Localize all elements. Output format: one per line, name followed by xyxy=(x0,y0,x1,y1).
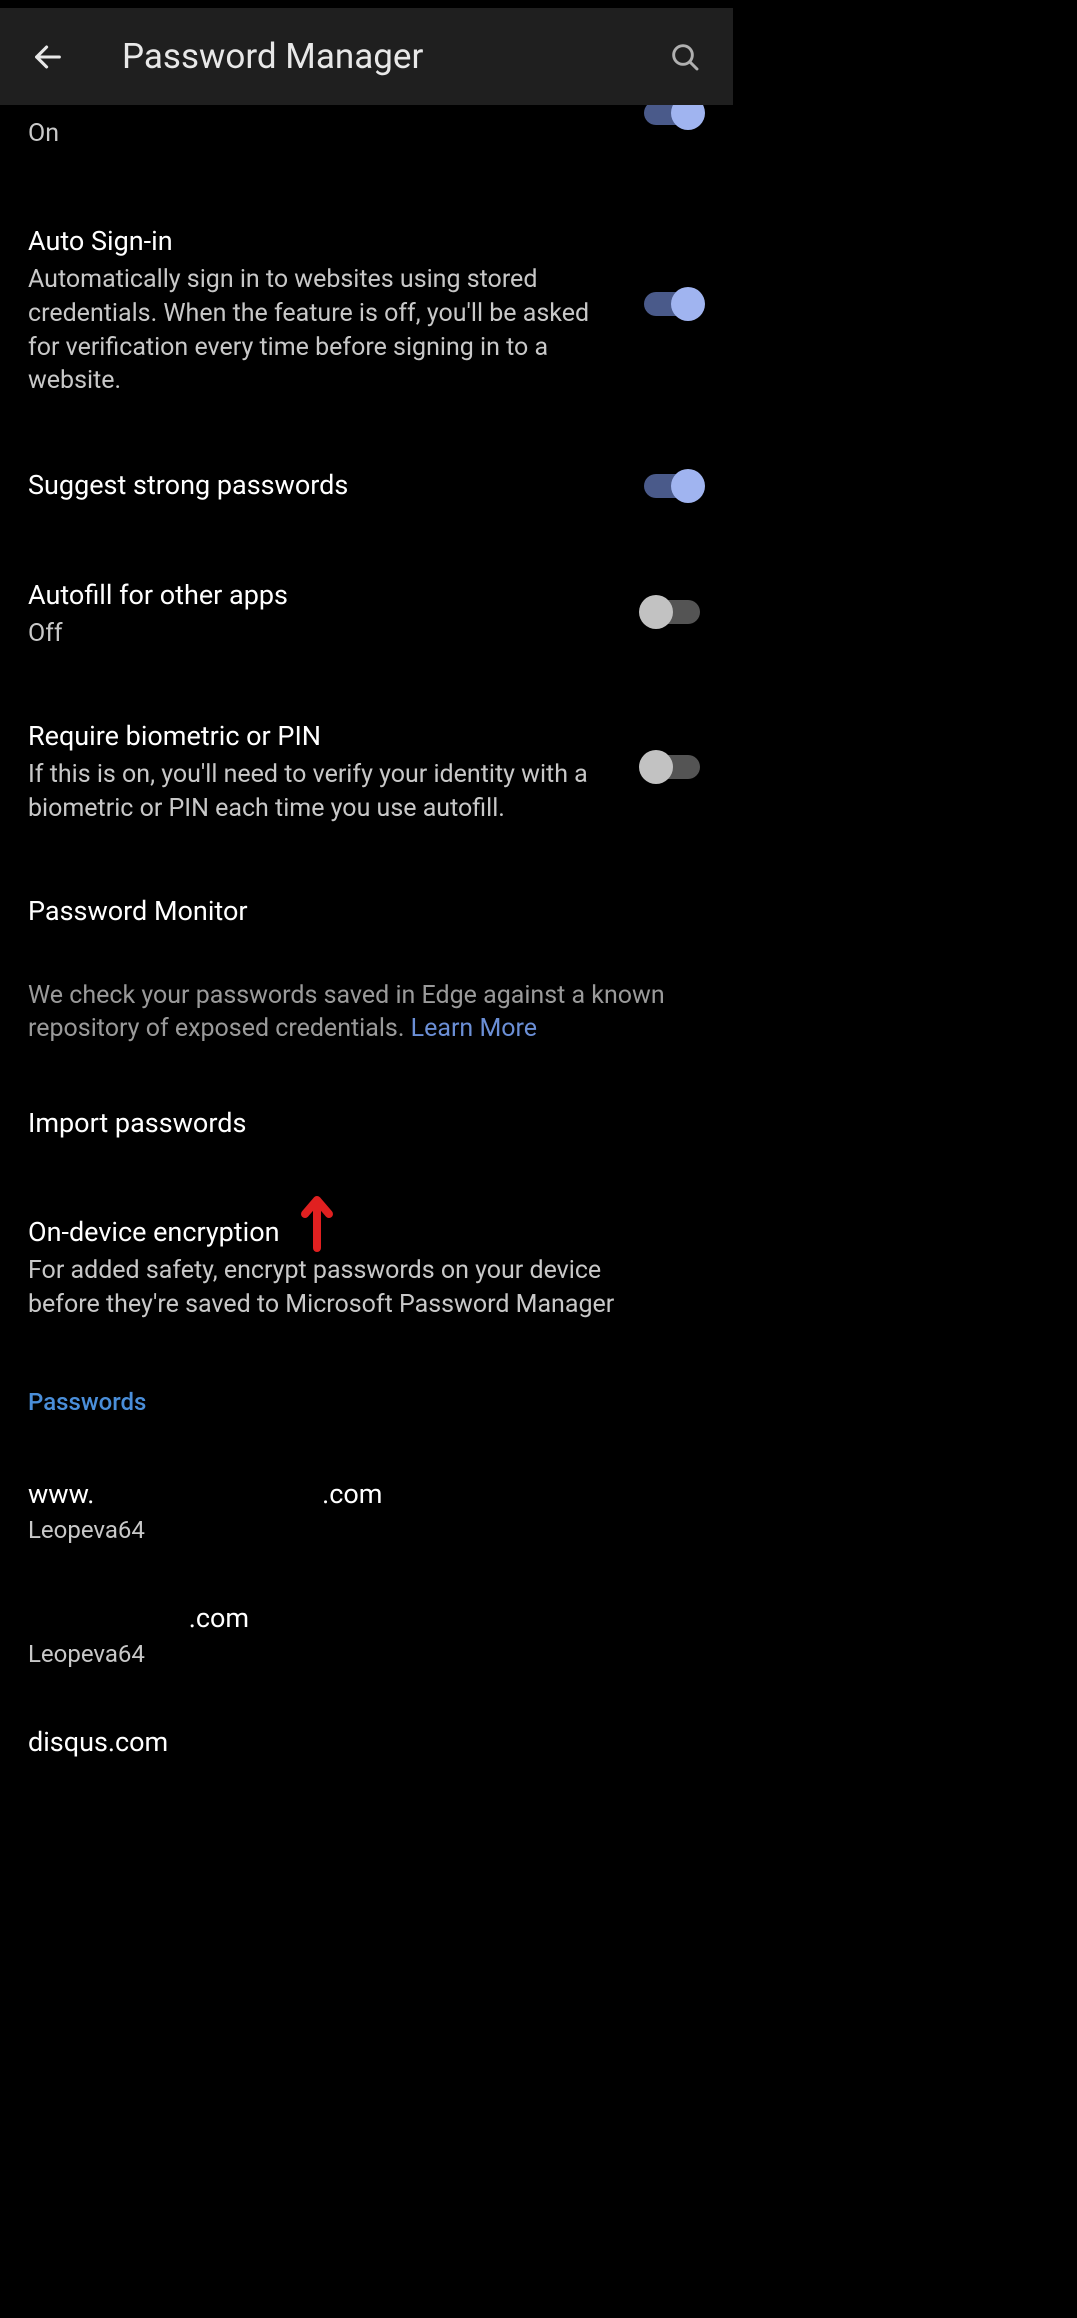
autofill-other-title: Autofill for other apps xyxy=(28,578,599,613)
page-title: Password Manager xyxy=(122,36,661,77)
autofill-other-toggle[interactable] xyxy=(639,592,705,632)
save-passwords-toggle[interactable] xyxy=(639,105,705,130)
on-device-encryption-title: On-device encryption xyxy=(28,1215,665,1250)
password-monitor-title: Password Monitor xyxy=(28,894,665,929)
setting-password-monitor[interactable]: Password Monitor xyxy=(0,894,733,929)
entry-user: Leopeva64 xyxy=(28,1516,705,1544)
search-icon xyxy=(669,41,701,73)
auto-signin-toggle[interactable] xyxy=(639,284,705,324)
suggest-strong-toggle[interactable] xyxy=(639,466,705,506)
entry-site: www.xxxxxxxxxxxxxxxxx.com xyxy=(28,1478,705,1510)
password-monitor-desc: We check your passwords saved in Edge ag… xyxy=(28,981,665,1044)
on-device-encryption-subtitle: For added safety, encrypt passwords on y… xyxy=(28,1254,665,1322)
learn-more-link[interactable]: Learn More xyxy=(411,1014,537,1043)
import-passwords-title: Import passwords xyxy=(28,1106,665,1141)
setting-require-biometric[interactable]: Require biometric or PIN If this is on, … xyxy=(0,719,733,826)
entry-user: Leopeva64 xyxy=(28,1640,705,1668)
auto-signin-subtitle: Automatically sign in to websites using … xyxy=(28,263,599,398)
auto-signin-title: Auto Sign-in xyxy=(28,224,599,259)
require-biometric-subtitle: If this is on, you'll need to verify you… xyxy=(28,758,599,826)
autofill-other-subtitle: Off xyxy=(28,617,599,651)
require-biometric-title: Require biometric or PIN xyxy=(28,719,599,754)
settings-content: On Auto Sign-in Automatically sign in to… xyxy=(0,105,733,1758)
setting-save-passwords[interactable]: On xyxy=(0,105,733,148)
require-biometric-toggle[interactable] xyxy=(639,747,705,787)
save-passwords-subtitle: On xyxy=(28,119,639,148)
entry-site: xxxxxxxxxxxx.com xyxy=(28,1602,705,1634)
setting-on-device-encryption[interactable]: On-device encryption For added safety, e… xyxy=(0,1215,733,1322)
setting-auto-signin[interactable]: Auto Sign-in Automatically sign in to we… xyxy=(0,224,733,398)
password-entry-2[interactable]: disqus.com xyxy=(0,1726,733,1758)
suggest-strong-title: Suggest strong passwords xyxy=(28,468,599,503)
app-header: Password Manager xyxy=(0,8,733,105)
back-arrow-icon xyxy=(31,40,65,74)
password-entry-1[interactable]: xxxxxxxxxxxx.com Leopeva64 xyxy=(0,1602,733,1668)
entry-site: disqus.com xyxy=(28,1726,705,1758)
setting-import-passwords[interactable]: Import passwords xyxy=(0,1106,733,1141)
back-button[interactable] xyxy=(24,33,72,81)
passwords-section-label: Passwords xyxy=(0,1388,733,1416)
setting-autofill-other[interactable]: Autofill for other apps Off xyxy=(0,578,733,651)
password-entry-0[interactable]: www.xxxxxxxxxxxxxxxxx.com Leopeva64 xyxy=(0,1478,733,1544)
search-button[interactable] xyxy=(661,33,709,81)
password-monitor-desc-row: We check your passwords saved in Edge ag… xyxy=(0,979,733,1047)
setting-suggest-strong[interactable]: Suggest strong passwords xyxy=(0,468,733,506)
